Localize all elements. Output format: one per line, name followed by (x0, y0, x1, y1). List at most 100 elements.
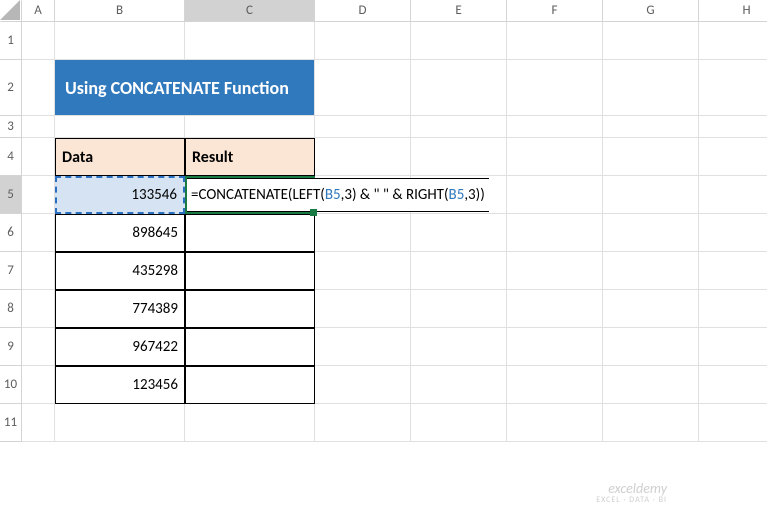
cell-A9[interactable] (22, 328, 55, 366)
cell-F6[interactable] (507, 214, 603, 252)
fill-handle[interactable] (310, 209, 317, 216)
cell-A1[interactable] (22, 22, 55, 60)
row-header-3[interactable]: 3 (0, 116, 22, 138)
row-header-7[interactable]: 7 (0, 252, 22, 290)
cell-F7[interactable] (507, 252, 603, 290)
cell-H9[interactable] (699, 328, 767, 366)
cell-C11[interactable] (185, 404, 315, 442)
cell-A6[interactable] (22, 214, 55, 252)
cell-D11[interactable] (315, 404, 411, 442)
cell-C6[interactable] (185, 214, 315, 252)
cell-G2[interactable] (603, 60, 699, 116)
header-result[interactable]: Result (185, 138, 315, 176)
cell-D6[interactable] (315, 214, 411, 252)
select-all-corner[interactable] (0, 0, 22, 22)
cell-A7[interactable] (22, 252, 55, 290)
cell-D2[interactable] (315, 60, 411, 116)
cell-D10[interactable] (315, 366, 411, 404)
cell-F4[interactable] (507, 138, 603, 176)
cell-F10[interactable] (507, 366, 603, 404)
cell-D9[interactable] (315, 328, 411, 366)
cell-C5[interactable]: =CONCATENATE(LEFT(B5,3) & " " & RIGHT(B5… (185, 176, 315, 214)
cell-E2[interactable] (411, 60, 507, 116)
col-header-B[interactable]: B (55, 0, 185, 22)
header-data[interactable]: Data (55, 138, 185, 176)
cell-E8[interactable] (411, 290, 507, 328)
cell-H3[interactable] (699, 116, 767, 138)
cell-H7[interactable] (699, 252, 767, 290)
col-header-F[interactable]: F (507, 0, 603, 22)
cell-H11[interactable] (699, 404, 767, 442)
col-header-C[interactable]: C (185, 0, 315, 22)
cell-A10[interactable] (22, 366, 55, 404)
cell-C10[interactable] (185, 366, 315, 404)
cell-E7[interactable] (411, 252, 507, 290)
row-header-6[interactable]: 6 (0, 214, 22, 252)
col-header-E[interactable]: E (411, 0, 507, 22)
cell-C1[interactable] (185, 22, 315, 60)
cell-H6[interactable] (699, 214, 767, 252)
cell-B3[interactable] (55, 116, 185, 138)
cell-D4[interactable] (315, 138, 411, 176)
cell-B7[interactable]: 435298 (55, 252, 185, 290)
cell-B10[interactable]: 123456 (55, 366, 185, 404)
cell-F5[interactable] (507, 176, 603, 214)
cell-D3[interactable] (315, 116, 411, 138)
cell-E10[interactable] (411, 366, 507, 404)
cell-A2[interactable] (22, 60, 55, 116)
cell-G9[interactable] (603, 328, 699, 366)
cell-B6[interactable]: 898645 (55, 214, 185, 252)
cell-G10[interactable] (603, 366, 699, 404)
cell-E1[interactable] (411, 22, 507, 60)
cell-G8[interactable] (603, 290, 699, 328)
cell-E6[interactable] (411, 214, 507, 252)
cell-G1[interactable] (603, 22, 699, 60)
cell-G4[interactable] (603, 138, 699, 176)
row-header-10[interactable]: 10 (0, 366, 22, 404)
cell-F11[interactable] (507, 404, 603, 442)
cell-D7[interactable] (315, 252, 411, 290)
cell-H5[interactable] (699, 176, 767, 214)
col-header-A[interactable]: A (22, 0, 55, 22)
cell-D8[interactable] (315, 290, 411, 328)
cell-A3[interactable] (22, 116, 55, 138)
cell-F1[interactable] (507, 22, 603, 60)
cell-H10[interactable] (699, 366, 767, 404)
cell-H8[interactable] (699, 290, 767, 328)
cell-E4[interactable] (411, 138, 507, 176)
cell-B1[interactable] (55, 22, 185, 60)
row-header-4[interactable]: 4 (0, 138, 22, 176)
cell-D1[interactable] (315, 22, 411, 60)
cell-B5[interactable]: 133546 (55, 176, 185, 214)
col-header-H[interactable]: H (699, 0, 767, 22)
row-header-8[interactable]: 8 (0, 290, 22, 328)
cell-F2[interactable] (507, 60, 603, 116)
cell-B9[interactable]: 967422 (55, 328, 185, 366)
row-header-9[interactable]: 9 (0, 328, 22, 366)
cell-C8[interactable] (185, 290, 315, 328)
cell-B8[interactable]: 774389 (55, 290, 185, 328)
cell-A5[interactable] (22, 176, 55, 214)
col-header-D[interactable]: D (315, 0, 411, 22)
cell-B11[interactable] (55, 404, 185, 442)
row-header-5[interactable]: 5 (0, 176, 22, 214)
cell-A4[interactable] (22, 138, 55, 176)
cell-G11[interactable] (603, 404, 699, 442)
col-header-G[interactable]: G (603, 0, 699, 22)
cell-H4[interactable] (699, 138, 767, 176)
cell-G3[interactable] (603, 116, 699, 138)
cell-E11[interactable] (411, 404, 507, 442)
row-header-11[interactable]: 11 (0, 404, 22, 442)
cell-E9[interactable] (411, 328, 507, 366)
cell-F9[interactable] (507, 328, 603, 366)
cell-G5[interactable] (603, 176, 699, 214)
cell-C9[interactable] (185, 328, 315, 366)
cell-H2[interactable] (699, 60, 767, 116)
cell-C3[interactable] (185, 116, 315, 138)
cell-H1[interactable] (699, 22, 767, 60)
cell-E3[interactable] (411, 116, 507, 138)
cell-F8[interactable] (507, 290, 603, 328)
cell-A11[interactable] (22, 404, 55, 442)
cell-G6[interactable] (603, 214, 699, 252)
cell-C7[interactable] (185, 252, 315, 290)
